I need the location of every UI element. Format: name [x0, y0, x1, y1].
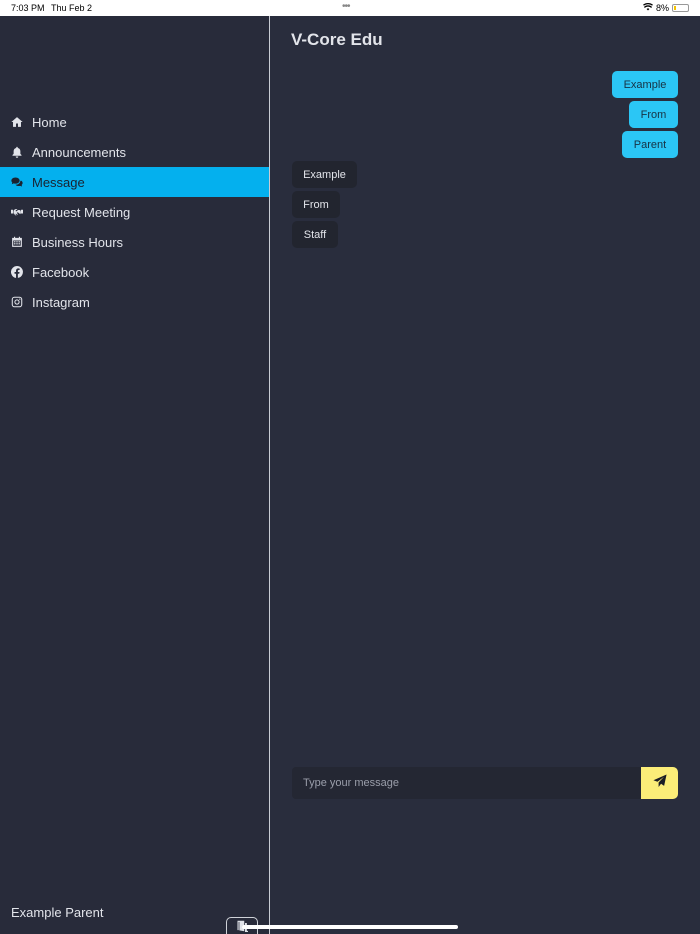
sidebar-item-business-hours[interactable]: Business Hours — [0, 227, 269, 257]
sidebar-item-message[interactable]: Message — [0, 167, 269, 197]
sidebar-item-facebook[interactable]: Facebook — [0, 257, 269, 287]
received-message-bubble[interactable]: From — [292, 191, 340, 218]
message-composer — [292, 767, 678, 799]
sidebar-item-label: Announcements — [32, 144, 126, 160]
multitasking-dots[interactable]: ••• — [342, 1, 350, 12]
send-button[interactable] — [641, 767, 678, 799]
user-name: Example Parent — [11, 905, 104, 920]
sidebar-item-request-meeting[interactable]: Request Meeting — [0, 197, 269, 227]
sidebar-item-label: Facebook — [32, 264, 90, 280]
sent-message-bubble[interactable]: Example — [612, 71, 678, 98]
facebook-icon — [11, 266, 23, 278]
status-bar: 7:03 PM Thu Feb 2 ••• 8% — [0, 0, 700, 16]
sidebar-item-label: Instagram — [32, 294, 90, 310]
sidebar-item-label: Business Hours — [32, 234, 124, 250]
message-input[interactable] — [292, 767, 642, 799]
home-icon — [11, 116, 23, 128]
paper-plane-icon — [652, 773, 667, 793]
page-title: V-Core Edu — [291, 30, 383, 49]
received-message-bubble[interactable]: Staff — [292, 221, 338, 248]
sidebar-nav: Home Announcements Message Request Meeti… — [0, 107, 269, 317]
battery-icon — [672, 4, 689, 12]
status-date: Thu Feb 2 — [51, 3, 93, 13]
comments-icon — [11, 176, 23, 188]
calendar-icon — [11, 236, 23, 248]
status-time: 7:03 PM — [11, 3, 45, 13]
home-indicator[interactable] — [242, 925, 458, 929]
sent-message-bubble[interactable]: From — [629, 101, 678, 128]
chat-panel: V-Core Edu Example From Parent Example F… — [270, 16, 700, 934]
sidebar: Home Announcements Message Request Meeti… — [0, 16, 269, 934]
sidebar-item-instagram[interactable]: Instagram — [0, 287, 269, 317]
sidebar-item-announcements[interactable]: Announcements — [0, 137, 269, 167]
sidebar-item-home[interactable]: Home — [0, 107, 269, 137]
sidebar-item-label: Message — [32, 174, 85, 190]
sent-message-bubble[interactable]: Parent — [622, 131, 678, 158]
handshake-icon — [11, 206, 23, 218]
wifi-icon — [642, 3, 653, 13]
instagram-icon — [11, 296, 23, 308]
sidebar-item-label: Home — [32, 114, 67, 130]
status-right: 8% — [642, 3, 689, 13]
bell-icon — [11, 146, 23, 158]
sidebar-item-label: Request Meeting — [32, 204, 131, 220]
received-message-bubble[interactable]: Example — [292, 161, 357, 188]
battery-percent: 8% — [655, 3, 669, 13]
